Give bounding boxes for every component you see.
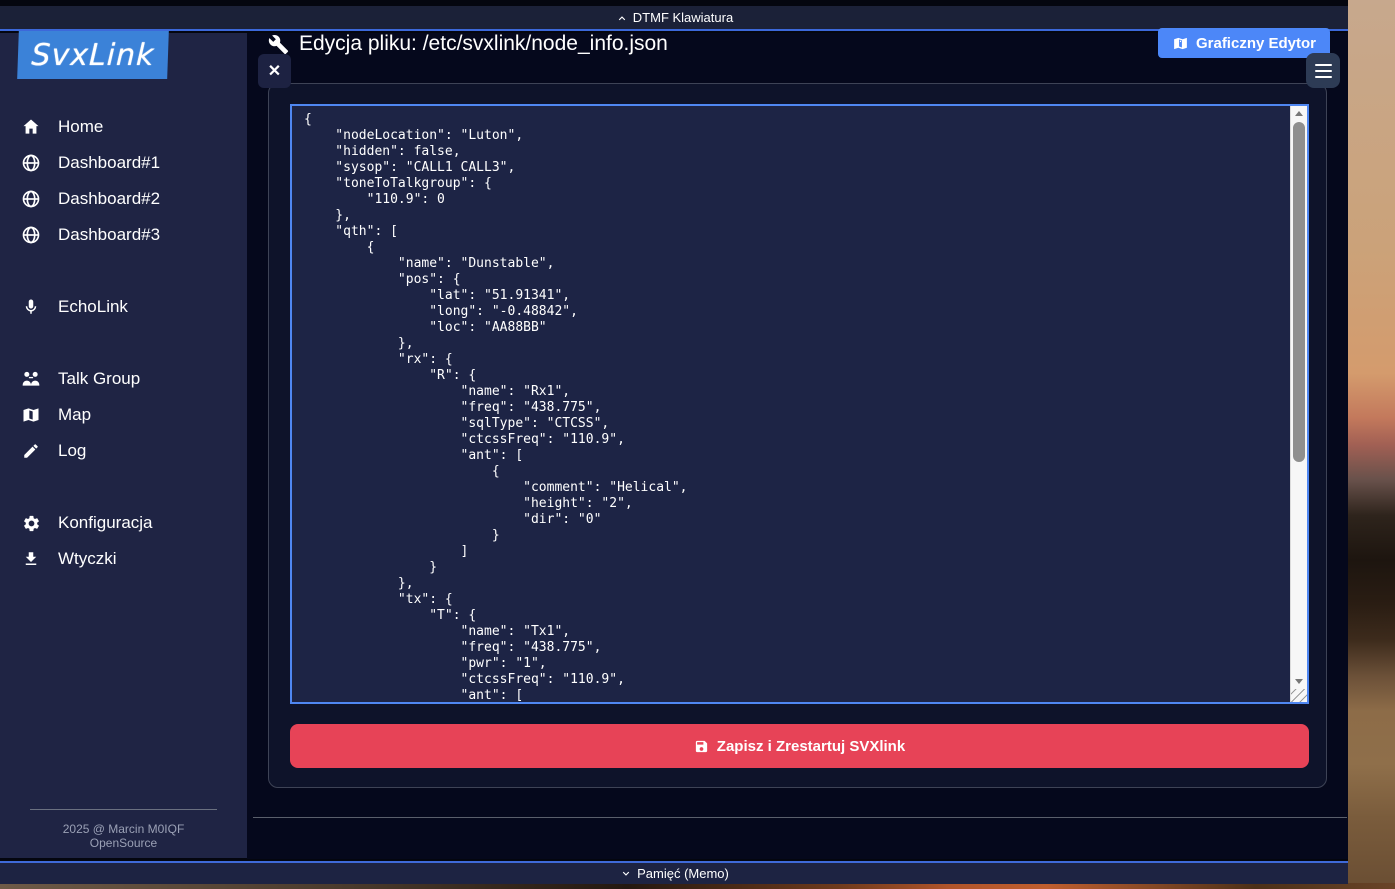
sidebar-item-wtyczki[interactable]: Wtyczki [0,541,247,577]
hamburger-icon [1315,70,1332,72]
globe-icon [20,189,42,209]
sidebar-item-dashboard2[interactable]: Dashboard#2 [0,181,247,217]
sidebar-nav: Home Dashboard#1 Dashboard#2 Dashboard#3 [0,109,247,577]
chevron-down-icon [619,867,633,881]
hamburger-menu-button[interactable] [1306,53,1340,88]
footer-opensource: OpenSource [0,836,247,850]
json-editor-content: { "nodeLocation": "Luton", "hidden": fal… [292,106,1307,704]
graphic-editor-label: Graficzny Edytor [1196,35,1316,52]
sidebar-item-label: Dashboard#3 [58,225,160,245]
save-restart-label: Zapisz i Zrestartuj SVXlink [717,738,905,755]
svxlink-logo[interactable]: SvxLink [17,31,169,79]
scrollbar-arrow-up[interactable] [1291,106,1307,120]
footer-copyright: 2025 @ Marcin M0IQF [0,822,247,836]
sidebar: SvxLink Home Dashboard#1 Dashboard#2 [0,33,247,858]
save-floppy-icon [694,739,709,754]
save-restart-button[interactable]: Zapisz i Zrestartuj SVXlink [290,724,1309,768]
sidebar-item-dashboard3[interactable]: Dashboard#3 [0,217,247,253]
page-title-text: Edycja pliku: /etc/svxlink/node_info.jso… [299,32,668,56]
gear-icon [20,514,42,533]
hamburger-icon [1315,76,1332,78]
sidebar-item-label: Log [58,441,86,461]
sidebar-item-label: EchoLink [58,297,128,317]
globe-icon [20,153,42,173]
sidebar-item-label: Dashboard#2 [58,189,160,209]
sidebar-item-talkgroup[interactable]: Talk Group [0,361,247,397]
sidebar-item-dashboard1[interactable]: Dashboard#1 [0,145,247,181]
sidebar-item-home[interactable]: Home [0,109,247,145]
divider [253,817,1347,818]
chevron-up-icon [615,11,629,25]
nav-spacer [0,253,247,289]
microphone-icon [20,298,42,316]
sidebar-item-label: Wtyczki [58,549,117,569]
main-content: Edycja pliku: /etc/svxlink/node_info.jso… [247,33,1348,859]
sidebar-item-label: Home [58,117,103,137]
sidebar-item-konfiguracja[interactable]: Konfiguracja [0,505,247,541]
scrollbar-thumb[interactable] [1293,122,1305,462]
sidebar-item-label: Konfiguracja [58,513,153,533]
json-editor-textarea[interactable]: { "nodeLocation": "Luton", "hidden": fal… [290,104,1309,704]
pencil-icon [20,442,42,460]
tools-wrench-icon [268,34,289,55]
sidebar-item-label: Dashboard#1 [58,153,160,173]
app-window: DTMF Klawiatura SvxLink Home Dashboard#1 [0,0,1348,884]
file-editor-card: { "nodeLocation": "Luton", "hidden": fal… [268,83,1327,788]
map-location-icon [1172,35,1189,52]
sidebar-item-map[interactable]: Map [0,397,247,433]
sidebar-item-label: Talk Group [58,369,140,389]
sidebar-footer: 2025 @ Marcin M0IQF OpenSource [0,809,247,850]
nav-spacer [0,469,247,505]
resize-grip-icon[interactable] [1291,689,1307,702]
download-icon [20,550,42,568]
hamburger-icon [1315,64,1332,66]
globe-icon [20,225,42,245]
map-icon [20,405,42,425]
close-button[interactable]: ✕ [258,54,291,88]
editor-scrollbar[interactable] [1290,106,1307,702]
people-icon [20,369,42,389]
page-title: Edycja pliku: /etc/svxlink/node_info.jso… [268,30,668,58]
sidebar-item-log[interactable]: Log [0,433,247,469]
memo-label: Pamięć (Memo) [637,866,729,881]
sidebar-item-echolink[interactable]: EchoLink [0,289,247,325]
home-icon [20,117,42,137]
nav-spacer [0,325,247,361]
dtmf-keyboard-label: DTMF Klawiatura [633,10,733,25]
graphic-editor-button[interactable]: Graficzny Edytor [1158,28,1330,58]
sidebar-item-label: Map [58,405,91,425]
scrollbar-arrow-down[interactable] [1291,674,1307,688]
memo-collapse-bar[interactable]: Pamięć (Memo) [0,861,1348,884]
dtmf-keyboard-collapse-bar[interactable]: DTMF Klawiatura [0,6,1348,31]
